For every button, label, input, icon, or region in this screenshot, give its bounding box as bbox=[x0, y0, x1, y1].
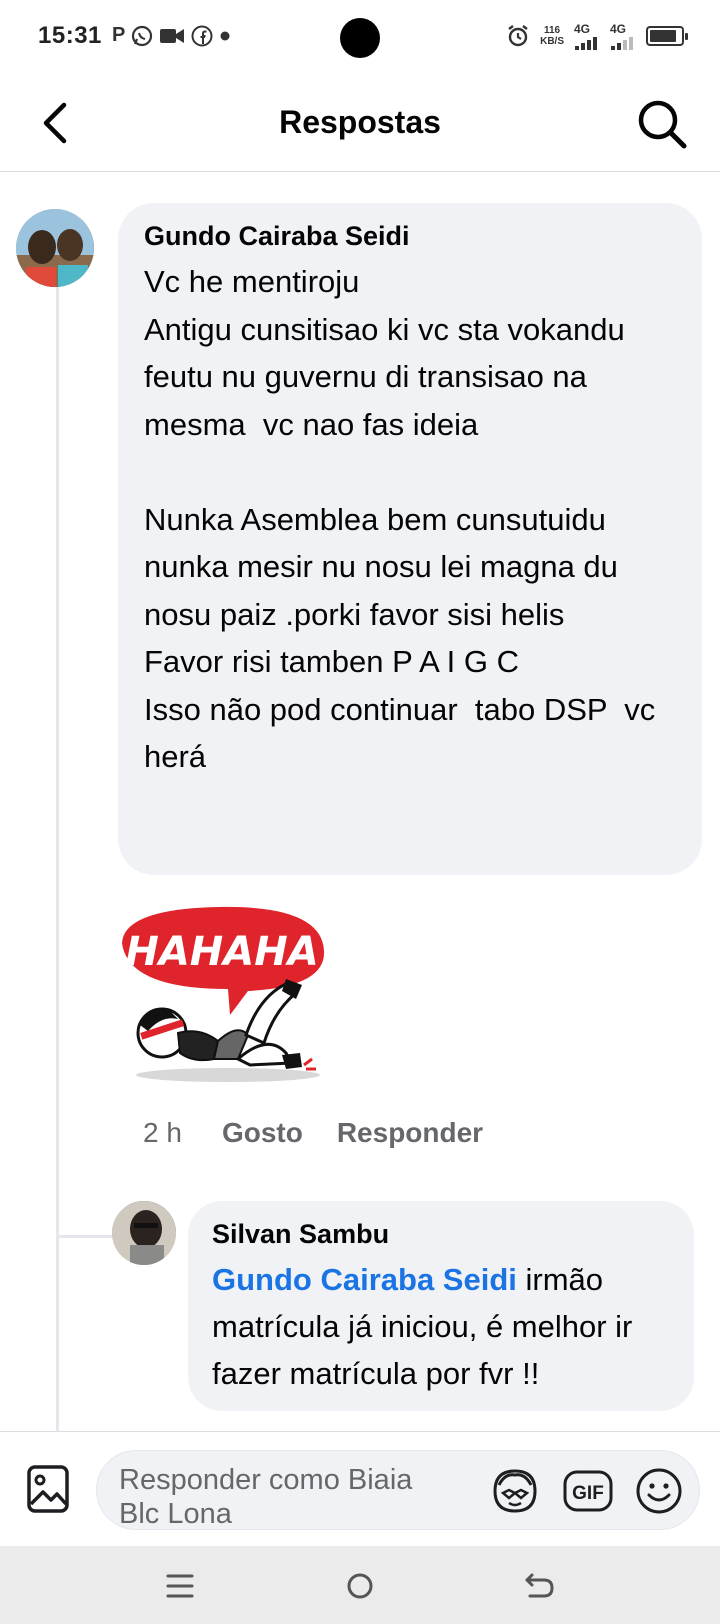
comment-time[interactable]: 2 h bbox=[143, 1117, 182, 1149]
dot-icon bbox=[220, 31, 230, 40]
home-circle-icon bbox=[347, 1573, 373, 1599]
image-icon bbox=[27, 1465, 69, 1513]
signal-2: 4G bbox=[610, 22, 636, 50]
recent-apps-button[interactable] bbox=[158, 1564, 202, 1608]
front-camera bbox=[340, 18, 380, 58]
battery-icon bbox=[646, 26, 688, 46]
search-icon bbox=[638, 100, 687, 149]
facebook-icon bbox=[191, 25, 213, 46]
hahaha-sticker[interactable]: HAHAHA bbox=[118, 903, 338, 1083]
back-arrow-icon bbox=[525, 1573, 554, 1598]
signal-icon bbox=[611, 37, 633, 50]
gif-icon: GIF bbox=[563, 1470, 613, 1512]
profile-photo bbox=[16, 209, 94, 287]
emoji-button[interactable] bbox=[635, 1467, 683, 1515]
alarm-icon bbox=[508, 25, 528, 47]
battery-fill bbox=[650, 30, 676, 42]
reply-button[interactable]: Responder bbox=[337, 1117, 483, 1149]
comment-actions: 2 h Gosto Responder bbox=[143, 1117, 517, 1149]
network-type-2: 4G bbox=[610, 22, 627, 36]
status-time: 15:31 bbox=[38, 22, 102, 49]
comment-thread[interactable]: Gundo Cairaba Seidi Vc he mentiroju Anti… bbox=[0, 173, 720, 1431]
whatsapp-icon bbox=[132, 25, 153, 46]
home-button[interactable] bbox=[338, 1564, 382, 1608]
like-button[interactable]: Gosto bbox=[222, 1117, 303, 1149]
status-bar: 15:31 P 116 KB/S 4G 4G bbox=[0, 0, 720, 78]
avatar-sticker-button[interactable] bbox=[489, 1467, 541, 1515]
sticker-text: HAHAHA bbox=[125, 929, 318, 975]
speed-value: 116 bbox=[543, 25, 561, 36]
speed-unit: KB/S bbox=[540, 36, 564, 47]
comment-author[interactable]: Gundo Cairaba Seidi bbox=[144, 221, 678, 252]
reply-input[interactable]: Responder como Biaia Blc Lona GIF bbox=[96, 1450, 700, 1530]
mention-link[interactable]: Gundo Cairaba Seidi bbox=[212, 1262, 517, 1297]
network-speed: 116 KB/S bbox=[540, 25, 564, 47]
reply-bubble[interactable]: Silvan Sambu Gundo Cairaba Seidi irmão m… bbox=[188, 1201, 694, 1411]
video-icon bbox=[160, 28, 185, 43]
network-type-1: 4G bbox=[574, 22, 591, 36]
gif-label: GIF bbox=[572, 1483, 604, 1504]
photo-button[interactable] bbox=[26, 1464, 70, 1514]
reply-composer: Responder como Biaia Blc Lona GIF bbox=[0, 1431, 720, 1546]
gif-button[interactable]: GIF bbox=[563, 1469, 613, 1513]
system-nav-bar bbox=[0, 1546, 720, 1624]
profile-photo bbox=[112, 1201, 176, 1265]
reply-input-placeholder: Responder como Biaia Blc Lona bbox=[119, 1464, 413, 1530]
smiley-icon bbox=[636, 1468, 682, 1514]
reply-author[interactable]: Silvan Sambu bbox=[212, 1219, 674, 1250]
page-title: Respostas bbox=[279, 104, 441, 140]
notification-icons: P bbox=[112, 24, 231, 47]
laughing-sticker-icon: HAHAHA bbox=[122, 906, 325, 1082]
avatar[interactable] bbox=[112, 1201, 176, 1265]
thread-branch bbox=[58, 1235, 116, 1238]
menu-icon bbox=[166, 1574, 194, 1598]
avatar[interactable] bbox=[16, 209, 94, 287]
signal-1: 4G bbox=[574, 22, 600, 50]
comment-bubble[interactable]: Gundo Cairaba Seidi Vc he mentiroju Anti… bbox=[118, 203, 702, 875]
avatar-sticker-icon bbox=[493, 1469, 537, 1513]
thread-line bbox=[56, 285, 59, 1431]
signal-icon bbox=[575, 37, 597, 50]
system-back-button[interactable] bbox=[518, 1564, 562, 1608]
comment-text: Vc he mentiroju Antigu cunsitisao ki vc … bbox=[144, 264, 656, 774]
search-button[interactable] bbox=[634, 96, 690, 152]
app-header: Respostas bbox=[0, 78, 720, 172]
parking-icon: P bbox=[112, 24, 126, 46]
reply-text: Gundo Cairaba Seidi irmão matrícula já i… bbox=[212, 1256, 674, 1397]
status-indicators: 116 KB/S 4G 4G bbox=[506, 22, 688, 50]
